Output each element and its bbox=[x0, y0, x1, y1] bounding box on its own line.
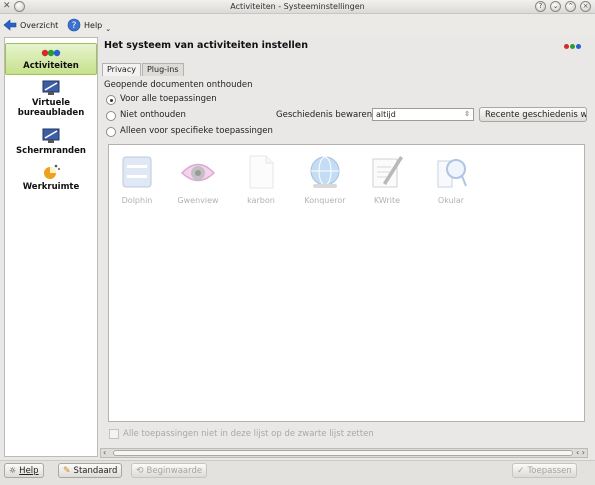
sidebar-item-virtual-desktops[interactable]: Virtuele bureaubladen bbox=[5, 80, 97, 122]
toolbar: Overzicht ? Help ⌄ bbox=[0, 14, 595, 36]
window-title: Activiteiten - Systeeminstellingen bbox=[230, 2, 365, 11]
gwenview-icon bbox=[180, 163, 216, 182]
kwrite-icon bbox=[372, 156, 403, 188]
reset-icon: ⟲ bbox=[136, 465, 144, 476]
application-list: Dolphin Gwenview karbon Konqueror KWrite bbox=[108, 144, 585, 422]
list-item-kwrite[interactable]: KWrite bbox=[357, 153, 417, 205]
page-title: Het systeem van activiteiten instellen bbox=[104, 40, 309, 51]
list-item-karbon[interactable]: karbon bbox=[231, 153, 291, 205]
help-menu-button[interactable]: ? Help ⌄ bbox=[67, 17, 111, 33]
blacklist-checkbox-label[interactable]: Alle toepassingen niet in deze lijst op … bbox=[123, 429, 374, 439]
close-icon[interactable]: × bbox=[580, 1, 591, 12]
history-label: Geschiedenis bewaren bbox=[276, 110, 373, 120]
blacklist-checkbox[interactable] bbox=[109, 429, 119, 439]
scroll-left-icon[interactable]: ‹ bbox=[103, 448, 106, 457]
help-label: Help bbox=[84, 20, 103, 30]
radio-do-not-remember-label[interactable]: Niet onthouden bbox=[120, 110, 186, 120]
sidebar-item-label: Schermranden bbox=[16, 146, 86, 156]
horizontal-scrollbar[interactable]: ‹ ‹ › bbox=[100, 448, 588, 458]
history-value: altijd bbox=[376, 110, 396, 119]
sidebar-item-activities[interactable]: Activiteiten bbox=[5, 43, 97, 75]
scroll-right-icon[interactable]: ‹ › bbox=[576, 448, 585, 457]
spin-arrows-icon: ⇳ bbox=[464, 110, 470, 118]
help-button[interactable]: ☼ Help bbox=[4, 463, 44, 478]
sidebar-item-label: Virtuele bureaubladen bbox=[17, 98, 85, 118]
overview-label: Overzicht bbox=[20, 20, 59, 30]
tab-plugins[interactable]: Plug-ins bbox=[141, 63, 184, 76]
minimize-icon[interactable]: ⌄ bbox=[550, 1, 561, 12]
karbon-icon bbox=[249, 155, 274, 189]
back-arrow-icon bbox=[3, 19, 17, 31]
activities-icon bbox=[41, 49, 61, 57]
tab-bar: Privacy Plug-ins bbox=[102, 63, 185, 76]
tab-privacy[interactable]: Privacy bbox=[102, 63, 141, 76]
sidebar-item-screen-edges[interactable]: Schermranden bbox=[5, 128, 97, 158]
dolphin-icon bbox=[122, 156, 152, 188]
sidebar-item-label: Activiteiten bbox=[23, 61, 79, 71]
overview-button[interactable]: Overzicht bbox=[3, 17, 58, 33]
maximize-icon[interactable]: ⌃ bbox=[565, 1, 576, 12]
virtual-desktops-icon bbox=[42, 80, 60, 95]
activities-header-icon bbox=[564, 44, 581, 49]
window-titlebar: ✕ Activiteiten - Systeeminstellingen ? ⌄… bbox=[0, 0, 595, 14]
radio-all-apps-label[interactable]: Voor alle toepassingen bbox=[120, 94, 217, 104]
category-sidebar: Activiteiten Virtuele bureaubladen Scher… bbox=[4, 37, 98, 457]
sidebar-item-label: Werkruimte bbox=[22, 182, 80, 192]
scrollbar-thumb[interactable] bbox=[113, 450, 573, 456]
section-label: Geopende documenten onthouden bbox=[104, 80, 253, 90]
help-icon: ? bbox=[67, 18, 81, 32]
clear-history-button[interactable]: Recente geschiedenis wi bbox=[479, 107, 587, 122]
defaults-icon: ✎ bbox=[63, 465, 71, 476]
svg-text:?: ? bbox=[72, 21, 77, 31]
defaults-button[interactable]: ✎ Standaard bbox=[58, 463, 123, 478]
help-titlebar-icon[interactable]: ? bbox=[535, 1, 546, 12]
history-duration-select[interactable]: altijd ⇳ bbox=[372, 108, 474, 121]
konqueror-icon bbox=[310, 156, 340, 188]
radio-specific-apps-label[interactable]: Alleen voor specifieke toepassingen bbox=[120, 126, 273, 136]
okular-icon bbox=[437, 159, 467, 188]
list-item-konqueror[interactable]: Konqueror bbox=[295, 153, 355, 205]
help-button-icon: ☼ bbox=[9, 466, 17, 475]
titlebar-right-controls: ? ⌄ ⌃ × bbox=[535, 1, 591, 12]
list-item-dolphin[interactable]: Dolphin bbox=[107, 153, 167, 205]
radio-all-apps[interactable] bbox=[106, 95, 116, 105]
list-item-okular[interactable]: Okular bbox=[421, 153, 481, 205]
reset-button[interactable]: ⟲ Beginwaarde bbox=[131, 463, 208, 478]
apply-button[interactable]: ✓ Toepassen bbox=[512, 463, 577, 478]
radio-do-not-remember[interactable] bbox=[106, 111, 116, 121]
screen-edges-icon bbox=[42, 128, 60, 143]
dialog-button-bar: ☼ Help ✎ Standaard ⟲ Beginwaarde ✓ Toepa… bbox=[0, 460, 595, 485]
apply-check-icon: ✓ bbox=[517, 465, 525, 476]
sidebar-item-workspace[interactable]: Werkruimte bbox=[5, 162, 97, 194]
chevron-down-icon: ⌄ bbox=[105, 25, 112, 33]
workspace-icon bbox=[44, 164, 61, 179]
radio-specific-apps[interactable] bbox=[106, 127, 116, 137]
list-item-gwenview[interactable]: Gwenview bbox=[168, 153, 228, 205]
